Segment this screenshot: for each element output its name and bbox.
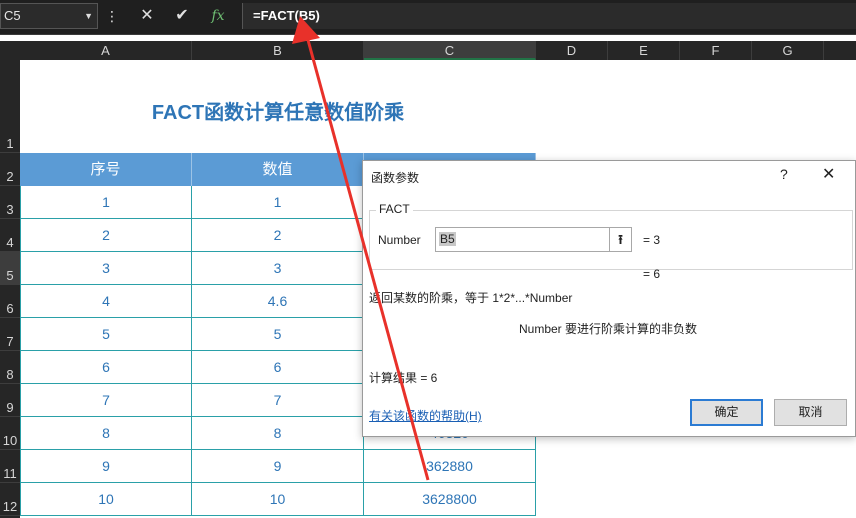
arrow-head (292, 16, 320, 44)
arrow-shaft (306, 39, 430, 481)
annotation-arrow (292, 16, 430, 481)
